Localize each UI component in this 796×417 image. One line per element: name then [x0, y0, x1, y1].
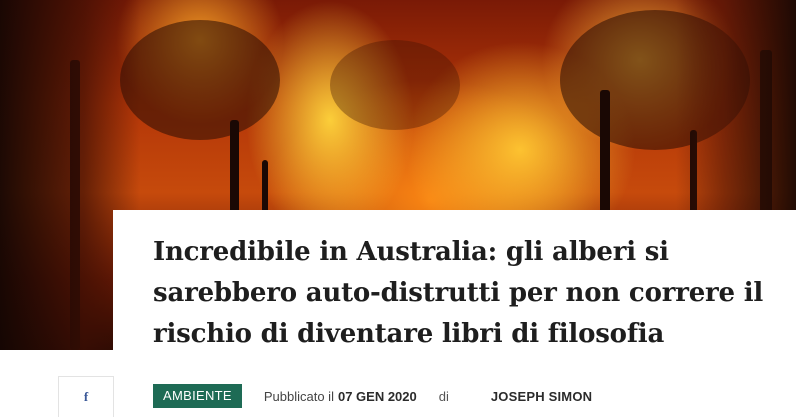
- published-label: Pubblicato il: [263, 388, 334, 404]
- article-meta: AMBIENTE Pubblicato il 07 GEN 2020 di JO…: [153, 384, 592, 408]
- author-by-label: di: [438, 388, 449, 404]
- author-name[interactable]: JOSEPH SIMON: [491, 389, 592, 404]
- published-date: 07 GEN 2020: [337, 388, 417, 404]
- facebook-icon: f: [83, 389, 89, 404]
- article-title-card: Incredibile in Australia: gli alberi si …: [113, 210, 796, 350]
- facebook-share-button[interactable]: f: [58, 376, 114, 417]
- article-title: Incredibile in Australia: gli alberi si …: [153, 237, 764, 349]
- category-badge[interactable]: AMBIENTE: [153, 384, 242, 408]
- article-page: Incredibile in Australia: gli alberi si …: [0, 0, 796, 417]
